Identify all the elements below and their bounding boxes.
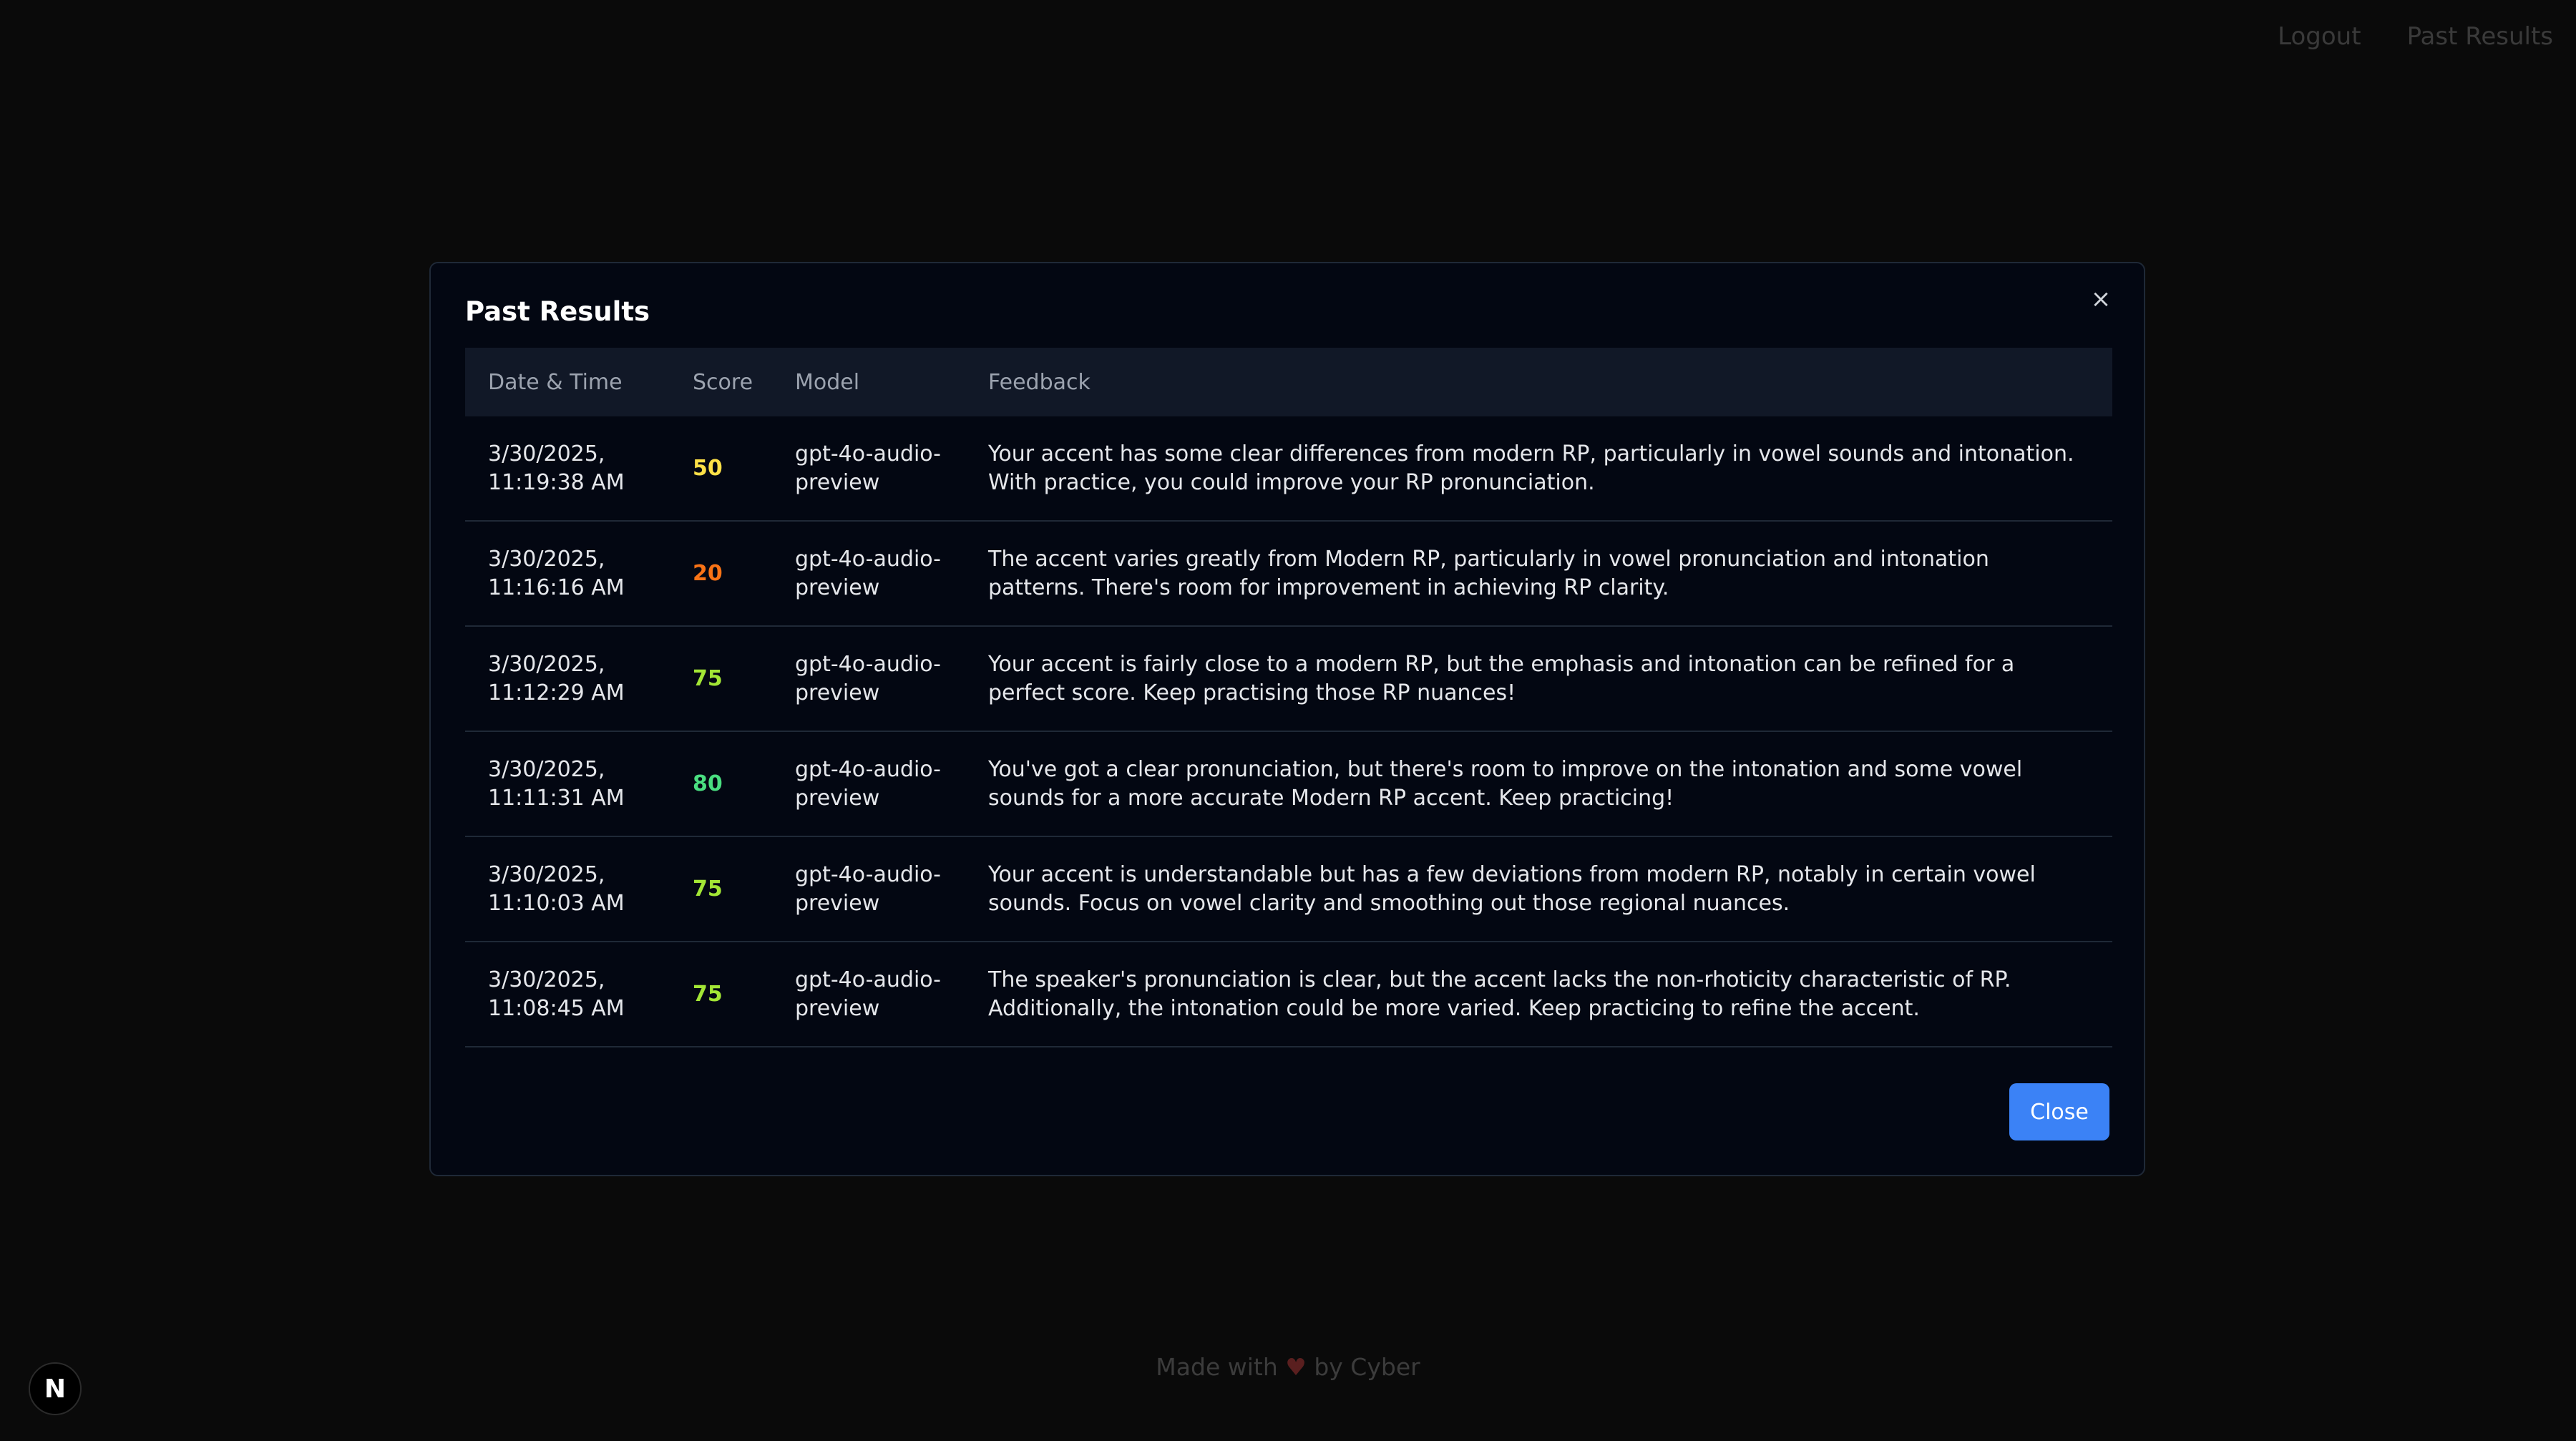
cell-score: 50 (693, 454, 795, 483)
table-header: Date & Time Score Model Feedback (465, 348, 2112, 416)
close-icon[interactable]: × (2087, 285, 2115, 313)
table-row: 3/30/2025, 11:08:45 AM 75 gpt-4o-audio- … (465, 942, 2112, 1047)
cell-date-time: 3/30/2025, 11:11:31 AM (488, 756, 625, 811)
score-value: 80 (693, 771, 723, 796)
cell-model: gpt-4o-audio- preview (795, 546, 942, 600)
score-value: 75 (693, 665, 723, 691)
score-value: 20 (693, 560, 723, 586)
page: Logout Past Results Past Results × Date … (0, 0, 2576, 1441)
cell-score: 80 (693, 770, 795, 798)
heart-icon: ♥ (1285, 1353, 1307, 1381)
table-row: 3/30/2025, 11:11:31 AM 80 gpt-4o-audio- … (465, 732, 2112, 837)
cell-model: gpt-4o-audio- preview (795, 756, 942, 811)
logout-link[interactable]: Logout (2278, 21, 2361, 52)
header-date-time: Date & Time (488, 369, 623, 395)
cell-date-time: 3/30/2025, 11:08:45 AM (488, 967, 625, 1021)
table-row: 3/30/2025, 11:10:03 AM 75 gpt-4o-audio- … (465, 837, 2112, 942)
cell-score: 75 (693, 980, 795, 1009)
cell-date-time: 3/30/2025, 11:19:38 AM (488, 441, 625, 495)
cell-score: 75 (693, 665, 795, 693)
cell-model: gpt-4o-audio- preview (795, 861, 942, 916)
footer-made-with: Made with (1156, 1353, 1278, 1381)
score-value: 75 (693, 981, 723, 1007)
past-results-modal: Past Results × Date & Time Score Model F… (429, 262, 2145, 1176)
cell-feedback: Your accent is fairly close to a modern … (988, 651, 2015, 705)
results-table: Date & Time Score Model Feedback 3/30/20… (465, 348, 2112, 1047)
table-row: 3/30/2025, 11:16:16 AM 20 gpt-4o-audio- … (465, 522, 2112, 627)
score-value: 75 (693, 876, 723, 902)
cell-feedback: Your accent has some clear differences f… (988, 441, 2074, 495)
modal-title: Past Results (465, 296, 650, 327)
nextjs-badge-icon[interactable]: N (29, 1362, 82, 1415)
cell-date-time: 3/30/2025, 11:12:29 AM (488, 651, 625, 705)
cell-feedback: Your accent is understandable but has a … (988, 861, 2036, 916)
cell-date-time: 3/30/2025, 11:16:16 AM (488, 546, 625, 600)
header-model: Model (795, 369, 860, 395)
cell-feedback: The speaker's pronunciation is clear, bu… (988, 967, 2011, 1021)
table-row: 3/30/2025, 11:12:29 AM 75 gpt-4o-audio- … (465, 627, 2112, 732)
top-nav: Logout Past Results (2278, 21, 2553, 52)
footer: Made with ♥ by Cyber (0, 1352, 2576, 1382)
footer-by: by Cyber (1314, 1353, 1420, 1381)
score-value: 50 (693, 455, 723, 481)
cell-feedback: The accent varies greatly from Modern RP… (988, 546, 1989, 600)
header-feedback: Feedback (988, 369, 1091, 395)
cell-score: 75 (693, 875, 795, 904)
header-score: Score (693, 369, 753, 395)
cell-date-time: 3/30/2025, 11:10:03 AM (488, 861, 625, 916)
table-row: 3/30/2025, 11:19:38 AM 50 gpt-4o-audio- … (465, 416, 2112, 522)
cell-model: gpt-4o-audio- preview (795, 651, 942, 705)
past-results-link[interactable]: Past Results (2407, 21, 2553, 52)
cell-feedback: You've got a clear pronunciation, but th… (988, 756, 2023, 811)
cell-score: 20 (693, 560, 795, 588)
cell-model: gpt-4o-audio- preview (795, 967, 942, 1021)
close-button[interactable]: Close (2009, 1083, 2109, 1140)
cell-model: gpt-4o-audio- preview (795, 441, 942, 495)
